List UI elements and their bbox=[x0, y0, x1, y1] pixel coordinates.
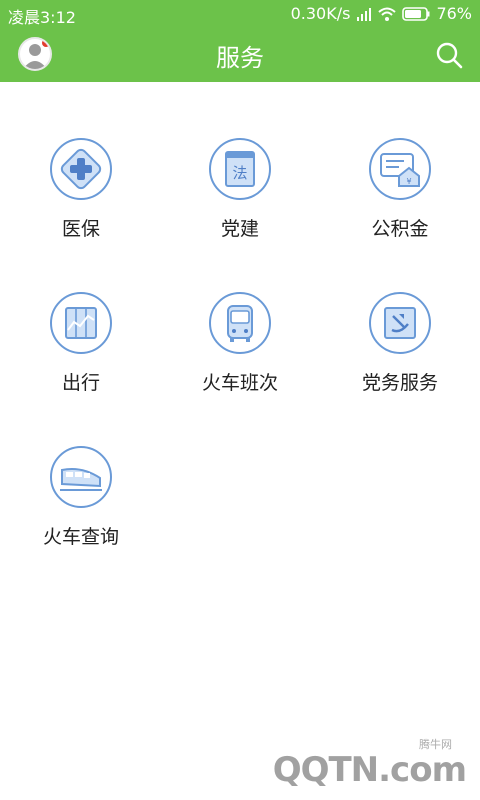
net-speed: 0.30K/s bbox=[290, 4, 351, 23]
wifi-icon bbox=[378, 7, 397, 21]
service-train-query[interactable]: 火车查询 bbox=[11, 446, 151, 549]
status-right: 0.30K/s 76% bbox=[291, 4, 472, 23]
page-title: 服务 bbox=[216, 44, 264, 72]
service-label: 火车班次 bbox=[201, 372, 278, 394]
svg-text:法: 法 bbox=[232, 164, 247, 182]
watermark: 腾牛网 QQTN.com bbox=[262, 734, 472, 794]
bus-icon bbox=[209, 292, 271, 354]
law-book-icon: 法 bbox=[209, 138, 271, 200]
service-label: 公积金 bbox=[371, 218, 429, 240]
battery-icon bbox=[402, 6, 430, 21]
watermark-logo: QQTN.com bbox=[272, 750, 467, 790]
signal-icon bbox=[357, 7, 372, 21]
service-label: 党务服务 bbox=[361, 372, 438, 394]
app-bar: 服务 bbox=[0, 28, 480, 82]
service-party-building[interactable]: 法 党建 bbox=[170, 138, 310, 241]
service-travel[interactable]: 出行 bbox=[11, 292, 151, 395]
service-label: 出行 bbox=[61, 372, 100, 394]
status-bar: 凌晨3:12 0.30K/s 76% bbox=[0, 0, 480, 28]
party-emblem-icon bbox=[369, 292, 431, 354]
status-time: 凌晨3:12 bbox=[8, 8, 76, 27]
service-train-schedule[interactable]: 火车班次 bbox=[170, 292, 310, 395]
service-party-affairs[interactable]: 党务服务 bbox=[330, 292, 470, 395]
service-label: 党建 bbox=[220, 218, 259, 240]
medical-cross-icon bbox=[50, 138, 112, 200]
service-housing-fund[interactable]: ¥ 公积金 bbox=[330, 138, 470, 241]
travel-chart-icon bbox=[50, 292, 112, 354]
svg-text:¥: ¥ bbox=[406, 177, 411, 186]
service-label: 医保 bbox=[61, 218, 100, 240]
service-label: 火车查询 bbox=[42, 526, 119, 548]
service-medical[interactable]: 医保 bbox=[11, 138, 151, 241]
search-icon[interactable] bbox=[434, 40, 464, 70]
battery-level: 76% bbox=[436, 4, 472, 23]
housing-fund-icon: ¥ bbox=[369, 138, 431, 200]
train-icon bbox=[50, 446, 112, 508]
